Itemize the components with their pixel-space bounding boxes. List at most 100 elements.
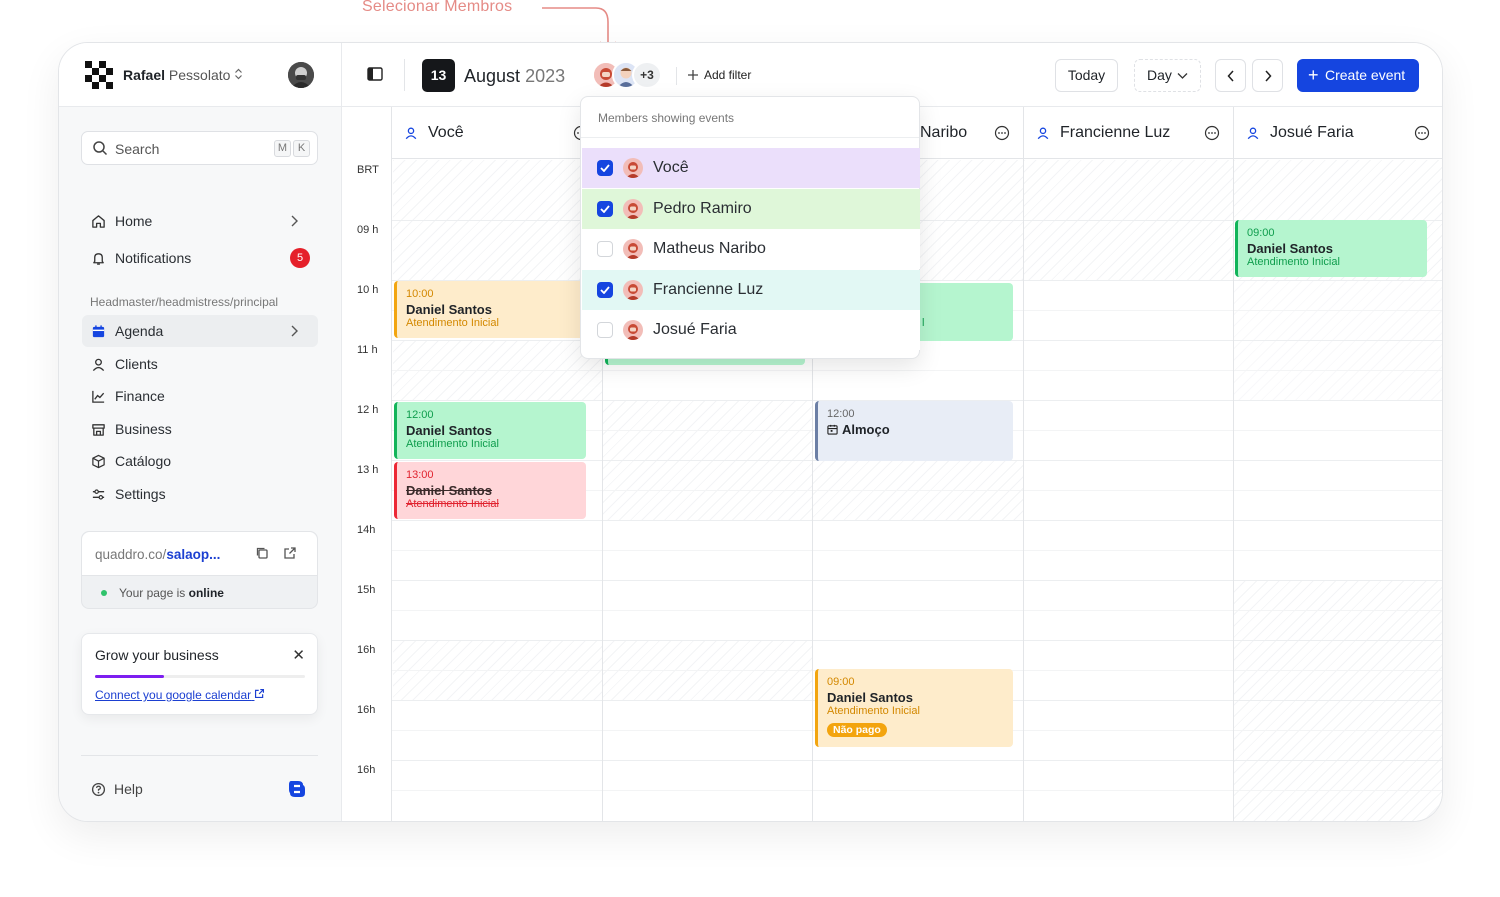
section-label: Headmaster/headmistress/principal (90, 295, 279, 309)
event-card-break[interactable]: 12:00 Almoço (815, 401, 1013, 461)
event-title: Daniel Santos (406, 302, 492, 317)
column-header[interactable]: Josué Faria (1234, 107, 1442, 159)
help-circle-icon (91, 782, 106, 796)
page-status-is: is (176, 586, 186, 600)
current-day-badge[interactable]: 13 (422, 59, 455, 92)
member-option[interactable]: Matheus Naribo (582, 229, 920, 269)
checkbox-checked[interactable] (597, 281, 613, 298)
view-select[interactable]: Day (1134, 59, 1201, 92)
event-subtitle: Atendimento Inicial (1247, 256, 1340, 268)
grow-business-card: Grow your business ✕ Connect you google … (81, 633, 318, 715)
help-button[interactable]: Help (91, 781, 143, 797)
sidebar-header: Rafael Pessolato (59, 43, 341, 107)
dropdown-divider (581, 137, 919, 138)
column-header[interactable]: Francienne Luz (1024, 107, 1234, 159)
nav-settings[interactable]: Settings (82, 478, 318, 510)
sidebar-divider (81, 755, 318, 756)
event-subtitle: Atendimento Inicial (406, 498, 499, 510)
user-avatar[interactable] (288, 62, 314, 88)
event-time: 12:00 (406, 409, 434, 421)
nav-agenda[interactable]: Agenda (82, 315, 318, 347)
event-time: 09:00 (827, 676, 855, 688)
dropdown-title: Members showing events (598, 111, 735, 125)
user-icon (1037, 127, 1049, 139)
column-header[interactable]: Você (392, 107, 603, 159)
page-url[interactable]: quaddro.co/salaop... (95, 547, 220, 562)
member-option-label: Josué Faria (653, 321, 737, 338)
copy-icon[interactable] (255, 546, 269, 560)
member-option[interactable]: Você (582, 148, 920, 188)
callout-label: Selecionar Membros (362, 0, 513, 15)
event-subtitle: Atendimento Inicial (406, 317, 499, 329)
event-card[interactable]: 09:00 Daniel Santos Atendimento Inicial (1235, 220, 1427, 277)
event-time: 10:00 (406, 288, 434, 300)
nav-clients[interactable]: Clients (82, 348, 318, 380)
external-link-icon[interactable] (283, 546, 297, 560)
member-selector[interactable]: +3 (592, 61, 662, 91)
more-options-icon[interactable] (1414, 125, 1430, 141)
event-title: Daniel Santos (406, 423, 492, 438)
nav-business[interactable]: Business (82, 413, 318, 445)
checkbox-checked[interactable] (597, 200, 613, 217)
member-option-label: Pedro Ramiro (653, 199, 752, 217)
sidebar-toggle-icon[interactable] (367, 67, 383, 81)
calendar-icon (92, 324, 105, 337)
person-avatar-icon (623, 239, 643, 259)
previous-day-button[interactable] (1215, 59, 1246, 92)
person-avatar-icon (623, 279, 643, 300)
nav-notifications[interactable]: Notifications 5 (82, 242, 318, 274)
support-chat-icon[interactable] (287, 779, 307, 799)
search-box[interactable]: Search M K (81, 131, 318, 165)
event-title-row: Almoço (827, 422, 1013, 437)
store-icon (92, 423, 105, 436)
chevron-right-icon (291, 215, 298, 227)
member-option[interactable]: Francienne Luz (582, 269, 920, 310)
event-card-cancelled[interactable]: 13:00 Daniel Santos Atendimento Inicial (394, 462, 586, 519)
unavailable-block (1234, 580, 1442, 821)
more-options-icon[interactable] (994, 125, 1010, 141)
current-month[interactable]: August 2023 (464, 66, 565, 87)
column-francienne-luz[interactable] (1024, 107, 1234, 821)
chevron-updown-icon (235, 68, 243, 80)
nav-catalog[interactable]: Catálogo (82, 445, 318, 477)
create-event-button[interactable]: + Create event (1297, 59, 1419, 92)
next-day-button[interactable] (1252, 59, 1283, 92)
checkbox-checked[interactable] (597, 160, 613, 176)
event-title: Daniel Santos (1247, 241, 1333, 256)
user-icon (1247, 127, 1259, 139)
nav-finance[interactable]: Finance (82, 380, 318, 412)
add-filter-button[interactable]: Add filter (687, 68, 751, 82)
month-label: August (464, 66, 521, 86)
checkbox-unchecked[interactable] (597, 241, 613, 257)
member-option[interactable]: Pedro Ramiro (582, 188, 920, 229)
column-header-label: Josué Faria (1270, 123, 1354, 141)
more-options-icon[interactable] (1204, 125, 1220, 141)
timezone-label: BRT (357, 164, 379, 176)
hour-label: 11 h (357, 344, 378, 356)
nav-home[interactable]: Home (82, 205, 318, 237)
notifications-badge: 5 (290, 248, 310, 268)
hour-label: 13 h (357, 464, 379, 476)
event-subtitle: Atendimento Inicial (406, 438, 499, 450)
event-card[interactable]: 12:00 Daniel Santos Atendimento Inicial (394, 402, 586, 459)
page-status-word: online (188, 586, 224, 600)
hour-label: 09 h (357, 224, 379, 236)
nav-catalog-label: Catálogo (115, 453, 172, 469)
nav-agenda-label: Agenda (115, 323, 164, 339)
today-button[interactable]: Today (1055, 59, 1118, 92)
event-time: 13:00 (406, 469, 434, 481)
shortcut-key-k: K (293, 140, 310, 157)
member-option[interactable]: Josué Faria (582, 310, 920, 350)
close-icon[interactable]: ✕ (292, 646, 305, 664)
checkbox-unchecked[interactable] (597, 322, 613, 338)
connect-google-calendar-link[interactable]: Connect you google calendar (95, 688, 265, 702)
plus-icon (688, 70, 698, 80)
hour-label: 10 h (357, 284, 379, 296)
event-card[interactable]: 09:00 Daniel Santos Atendimento Inicial … (815, 669, 1013, 747)
search-input[interactable]: Search (115, 141, 159, 157)
workspace-switcher[interactable]: Rafael Pessolato (123, 67, 243, 83)
home-icon (92, 214, 105, 228)
event-card[interactable]: 10:00 Daniel Santos Atendimento Inicial (394, 281, 586, 338)
year-label: 2023 (525, 66, 566, 86)
check-icon (600, 204, 610, 213)
